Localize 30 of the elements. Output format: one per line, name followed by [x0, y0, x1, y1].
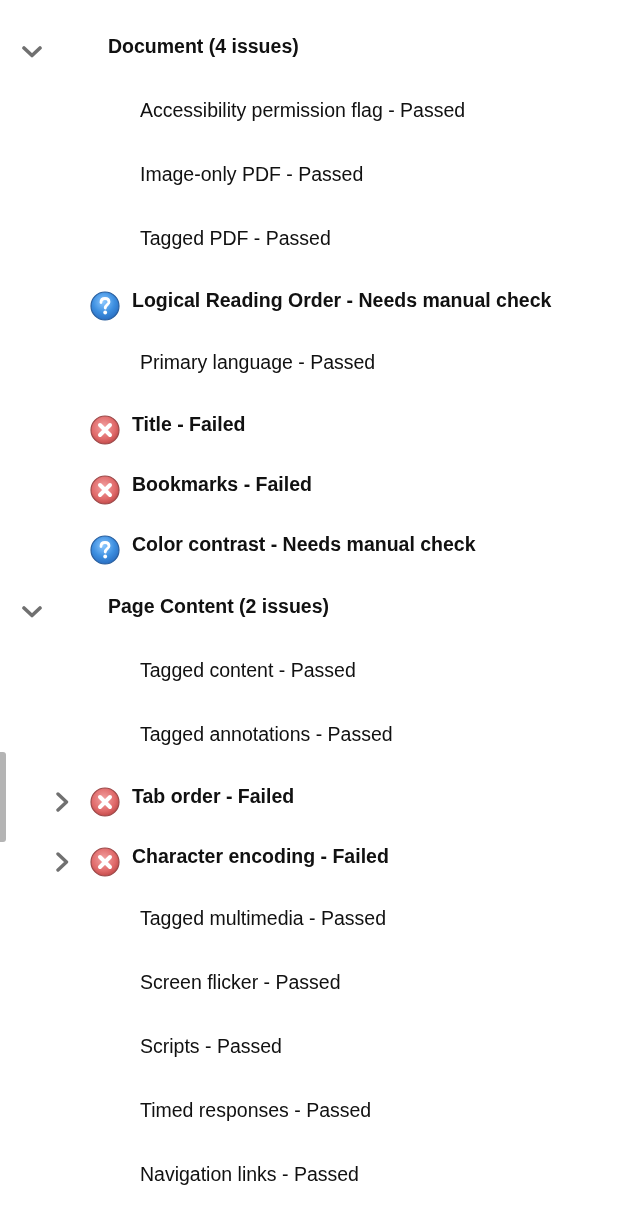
scrollbar-thumb[interactable] — [0, 752, 6, 842]
check-result: Tagged annotations - Passed — [140, 722, 393, 748]
check-result: Character encoding - Failed — [132, 844, 389, 870]
chevron-right-icon[interactable] — [56, 852, 69, 872]
check-result: Accessibility permission flag - Passed — [140, 98, 466, 124]
check-result: Bookmarks - Failed — [132, 472, 312, 498]
check-result: Title - Failed — [132, 412, 246, 438]
check-result: Tagged PDF - Passed — [140, 226, 331, 252]
check-result: Color contrast - Needs manual check — [132, 532, 476, 558]
check-result: Navigation links - Passed — [140, 1162, 359, 1188]
chevron-down-icon[interactable] — [22, 46, 42, 58]
check-result: Screen flicker - Passed — [140, 970, 341, 996]
failed-x-icon — [90, 475, 120, 505]
question-icon — [90, 535, 120, 565]
failed-x-icon — [90, 847, 120, 877]
failed-x-icon — [90, 787, 120, 817]
group-heading: Document (4 issues) — [108, 34, 299, 60]
chevron-right-icon[interactable] — [56, 792, 69, 812]
check-result: Image-only PDF - Passed — [140, 162, 364, 188]
check-result: Tagged multimedia - Passed — [140, 906, 387, 932]
check-result: Primary language - Passed — [140, 350, 376, 376]
check-result: Tab order - Failed — [132, 784, 295, 810]
check-result: Tagged content - Passed — [140, 658, 356, 684]
chevron-down-icon[interactable] — [22, 606, 42, 618]
check-result: Logical Reading Order - Needs manual check — [132, 288, 552, 314]
check-result: Timed responses - Passed — [140, 1098, 372, 1124]
check-result: Scripts - Passed — [140, 1034, 282, 1060]
failed-x-icon — [90, 415, 120, 445]
group-heading: Page Content (2 issues) — [108, 594, 330, 620]
question-icon — [90, 291, 120, 321]
